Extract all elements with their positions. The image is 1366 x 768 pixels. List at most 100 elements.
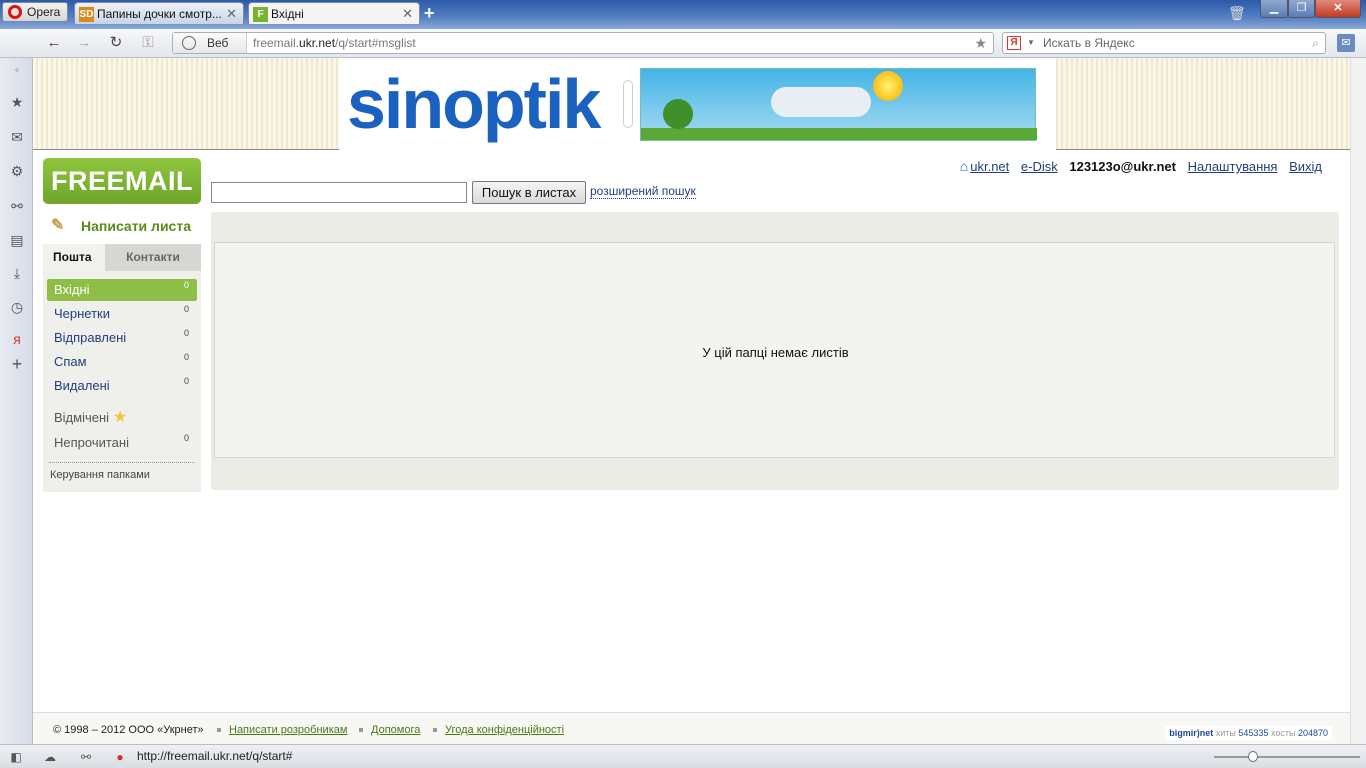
zoom-slider-handle[interactable]: [1248, 751, 1258, 762]
folder-inbox[interactable]: Вхідні 0: [47, 279, 197, 301]
reload-icon[interactable]: ↻: [106, 34, 126, 52]
zoom-slider[interactable]: [1214, 751, 1360, 762]
tree-icon: [663, 99, 693, 129]
chevron-down-icon[interactable]: ▼: [1027, 33, 1035, 53]
opera-menu-button[interactable]: Opera: [2, 2, 68, 22]
tab-mail[interactable]: Пошта: [43, 244, 105, 271]
folder-count: 0: [183, 352, 189, 362]
gear-icon[interactable]: ⚙: [8, 162, 26, 180]
yandex-icon[interactable]: Я: [1007, 36, 1021, 50]
advanced-search-link[interactable]: розширений пошук: [590, 185, 696, 199]
freemail-logo[interactable]: FREEMAIL: [43, 158, 201, 204]
logout-link[interactable]: Вихід: [1289, 159, 1322, 174]
close-tab-icon[interactable]: ✕: [226, 3, 237, 24]
folder-label: Чернетки: [54, 306, 111, 321]
search-field[interactable]: Я ▼ Искать в Яндекс ⌕: [1002, 32, 1326, 54]
address-scheme-label: Веб: [207, 36, 229, 50]
history-clock-icon[interactable]: ◷: [8, 298, 26, 316]
url-host: ukr.net: [299, 36, 336, 50]
footer-link-privacy[interactable]: Угода конфіденційності: [445, 724, 564, 736]
tab-label: Папины дочки смотр...: [97, 7, 222, 21]
ukrnet-link[interactable]: ukr.net: [970, 159, 1009, 174]
opera-menu-label: Opera: [27, 5, 61, 19]
folder-count: 0: [183, 304, 189, 314]
folder-sent[interactable]: Відправлені 0: [47, 327, 197, 349]
folder-label: Спам: [54, 354, 87, 369]
header-links: ⌂ ukr.net e-Disk 123123o@ukr.net Налаштув…: [960, 158, 1322, 174]
minimize-button[interactable]: ▁: [1260, 0, 1288, 18]
manage-folders-link[interactable]: Керування папками: [50, 469, 150, 481]
unite-icon[interactable]: ⚯: [8, 197, 26, 215]
opera-logo-icon: [8, 5, 22, 19]
counter-hits: 545335: [1238, 728, 1269, 738]
bookmark-star-icon[interactable]: ★: [974, 33, 987, 53]
tab-label: Вхідні: [271, 7, 304, 21]
folder-label: Відправлені: [54, 330, 127, 345]
compose-button[interactable]: ✎ Написати листа: [51, 216, 191, 240]
sidebar-divider: [49, 462, 195, 463]
edisk-link[interactable]: e-Disk: [1021, 159, 1058, 174]
folder-sidebar: Пошта Контакти Вхідні 0 Чернетки 0 Відпр…: [43, 244, 201, 492]
vertical-scrollbar[interactable]: [1350, 58, 1366, 744]
turbo-cloud-icon[interactable]: ☁: [42, 749, 58, 765]
footer-bullet: [433, 728, 437, 732]
key-icon[interactable]: ⚿: [138, 34, 158, 52]
folder-label: Відмічені: [54, 410, 110, 425]
yandex-panel-icon[interactable]: я: [8, 330, 26, 348]
bigmir-counter[interactable]: bigmir)net хиты 545335 хосты 204870: [1165, 726, 1332, 740]
maximize-button[interactable]: ❐: [1288, 0, 1315, 18]
address-bar[interactable]: Веб freemail.ukr.net/q/start#msglist ★: [172, 32, 994, 54]
counter-brand: bigmir)net: [1169, 728, 1214, 738]
star-icon: ★: [113, 409, 128, 426]
home-icon[interactable]: ⌂: [960, 158, 968, 174]
panel-toggle-icon[interactable]: ✧: [8, 62, 26, 80]
cloud-icon: [771, 87, 871, 117]
unite-icon[interactable]: ⚯: [78, 749, 94, 765]
globe-icon: [182, 36, 196, 50]
error-console-icon[interactable]: ●: [112, 749, 128, 765]
mail-notify-icon[interactable]: ✉: [1337, 34, 1355, 52]
folder-unread[interactable]: Непрочитані 0: [47, 432, 197, 454]
footer-link-help[interactable]: Допомога: [371, 724, 420, 736]
tab-inbox[interactable]: F Вхідні ✕: [248, 2, 420, 24]
tab-favicon-icon: SD: [79, 7, 94, 22]
new-tab-button[interactable]: +: [424, 4, 435, 22]
close-tab-icon[interactable]: ✕: [402, 3, 413, 24]
search-icon[interactable]: ⌕: [1312, 33, 1319, 53]
footer-link-developers[interactable]: Написати розробникам: [229, 724, 347, 736]
page-footer: © 1998 – 2012 ООО «Укрнет» Написати розр…: [33, 712, 1350, 744]
trash-icon[interactable]: 🗑: [1228, 5, 1246, 22]
panel-toggle-icon[interactable]: ◧: [8, 749, 24, 765]
opera-side-panel: ✧ ★ ✉ ⚙ ⚯ ▤ ⤓ ◷ я +: [0, 58, 33, 744]
sun-icon: [873, 71, 903, 101]
mail-search-input[interactable]: [211, 182, 467, 203]
folder-spam[interactable]: Спам 0: [47, 351, 197, 373]
counter-hosts-label: хосты: [1270, 728, 1296, 738]
mail-search-button[interactable]: Пошук в листах: [472, 181, 586, 204]
tab-papiny-dochki[interactable]: SD Папины дочки смотр... ✕: [74, 2, 244, 24]
banner-divider: [623, 80, 633, 128]
settings-link[interactable]: Налаштування: [1188, 159, 1278, 174]
tab-contacts[interactable]: Контакти: [105, 244, 201, 271]
address-scheme-badge[interactable]: Веб: [173, 33, 247, 53]
folder-starred[interactable]: Відмічені ★: [47, 407, 197, 429]
download-icon[interactable]: ⤓: [8, 264, 26, 282]
folder-trash[interactable]: Видалені 0: [47, 375, 197, 397]
status-url: http://freemail.ukr.net/q/start#: [137, 749, 293, 763]
address-url[interactable]: freemail.ukr.net/q/start#msglist: [253, 33, 416, 53]
counter-hosts: 204870: [1297, 728, 1328, 738]
sinoptik-banner[interactable]: sinoptik: [33, 58, 1350, 150]
back-icon[interactable]: ←: [44, 34, 64, 52]
folder-drafts[interactable]: Чернетки 0: [47, 303, 197, 325]
notes-icon[interactable]: ▤: [8, 231, 26, 249]
sinoptik-logo: sinoptik: [347, 65, 601, 143]
bookmarks-star-icon[interactable]: ★: [8, 93, 26, 111]
mail-icon[interactable]: ✉: [8, 128, 26, 146]
grass-decoration: [641, 128, 1037, 140]
status-bar: ◧ ☁ ⚯ ● http://freemail.ukr.net/q/start#: [0, 744, 1366, 768]
close-window-button[interactable]: ✕: [1315, 0, 1361, 18]
forward-icon[interactable]: →: [74, 34, 94, 52]
weather-illustration: [640, 68, 1037, 141]
add-panel-icon[interactable]: +: [8, 355, 26, 373]
compose-label: Написати листа: [81, 218, 191, 234]
